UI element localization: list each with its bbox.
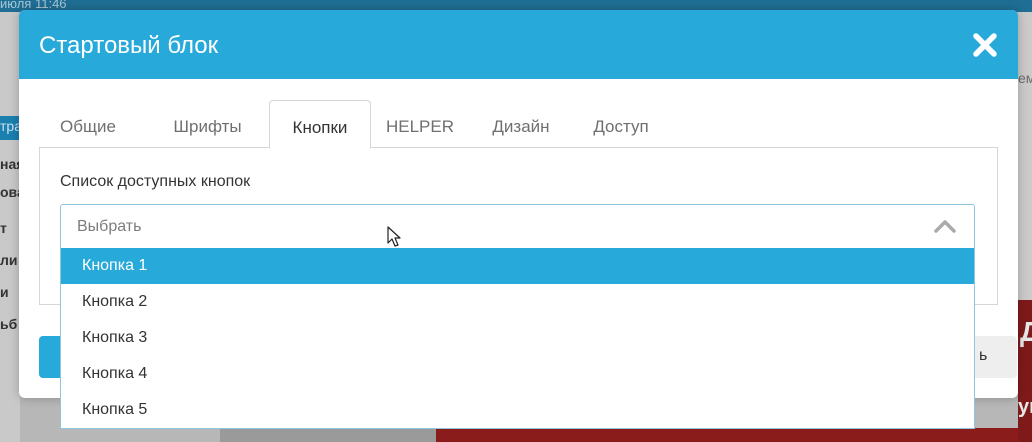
buttons-select[interactable]: Выбрать bbox=[60, 204, 975, 249]
background-left-item: ьб bbox=[0, 316, 18, 332]
tab-buttons[interactable]: Кнопки bbox=[269, 100, 371, 149]
chevron-up-icon bbox=[934, 220, 956, 233]
footer-secondary-button[interactable]: ь bbox=[975, 336, 1017, 378]
dropdown-option-button-1[interactable]: Кнопка 1 bbox=[61, 248, 974, 284]
modal-header: Стартовый блок bbox=[19, 10, 1018, 79]
mouse-cursor-icon bbox=[387, 226, 401, 247]
tab-general[interactable]: Общие bbox=[39, 100, 137, 147]
background-right-text: ем bbox=[1018, 70, 1032, 86]
tab-access[interactable]: Доступ bbox=[579, 100, 663, 147]
tab-bar: Общие Шрифты Кнопки HELPER Дизайн Доступ bbox=[39, 100, 997, 149]
select-placeholder: Выбрать bbox=[77, 218, 142, 235]
start-block-modal: Стартовый блок ь Общие Шрифты Кнопки HEL… bbox=[19, 10, 1018, 429]
close-button[interactable] bbox=[972, 32, 998, 58]
close-icon bbox=[973, 33, 997, 57]
background-gray-block bbox=[220, 428, 436, 442]
buttons-dropdown-list: Кнопка 1 Кнопка 2 Кнопка 3 Кнопка 4 Кноп… bbox=[60, 248, 975, 429]
background-left-item: и bbox=[0, 284, 9, 300]
background-red-banner-right: Д ущ bbox=[1018, 300, 1032, 442]
buttons-list-label: Список доступных кнопок bbox=[60, 173, 251, 190]
background-left-column: ная ова т ли и ьб bbox=[0, 12, 25, 442]
background-banner-text: Д bbox=[1020, 316, 1032, 347]
tab-fonts[interactable]: Шрифты bbox=[159, 100, 256, 147]
background-left-item: т bbox=[0, 220, 7, 236]
background-left-active-bar: тра bbox=[0, 116, 22, 140]
tab-design[interactable]: Дизайн bbox=[479, 100, 563, 147]
background-left-item: ли bbox=[0, 252, 18, 268]
dropdown-option-button-5[interactable]: Кнопка 5 bbox=[61, 392, 974, 428]
dropdown-option-button-2[interactable]: Кнопка 2 bbox=[61, 284, 974, 320]
background-red-banner bbox=[436, 428, 1032, 442]
dropdown-option-button-3[interactable]: Кнопка 3 bbox=[61, 320, 974, 356]
footer-secondary-label: ь bbox=[979, 347, 988, 364]
tab-helper[interactable]: HELPER bbox=[381, 100, 459, 147]
dropdown-option-button-4[interactable]: Кнопка 4 bbox=[61, 356, 974, 392]
background-banner-text: ущ bbox=[1018, 396, 1032, 418]
modal-title: Стартовый блок bbox=[39, 32, 219, 59]
